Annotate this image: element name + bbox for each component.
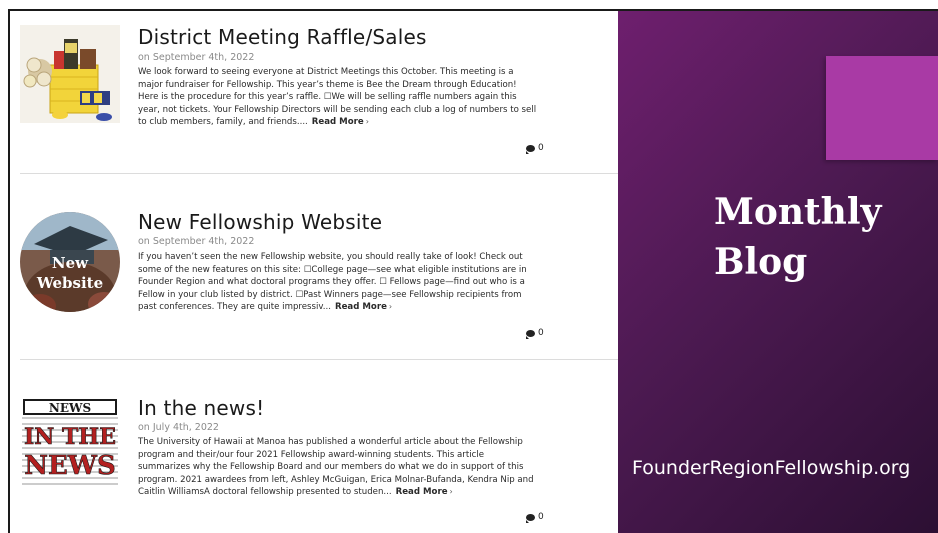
blog-post: District Meeting Raffle/Sales on Septemb… <box>10 11 618 174</box>
accent-block <box>826 56 938 160</box>
gift-basket-image <box>20 25 120 123</box>
post-title[interactable]: New Fellowship Website <box>138 210 382 234</box>
comment-count[interactable]: 0 <box>526 143 544 154</box>
thumb-label-new: New <box>52 254 89 272</box>
comment-count-value: 0 <box>538 328 544 338</box>
panel-heading: Monthly Blog <box>714 191 882 283</box>
comment-bubble-icon <box>526 513 535 523</box>
thumb-label-news: NEWS <box>24 451 116 481</box>
post-date: on July 4th, 2022 <box>138 422 219 433</box>
read-more-link[interactable]: Read More <box>396 487 448 497</box>
post-thumbnail-in-the-news[interactable]: NEWS IN THE NEWS <box>20 398 120 488</box>
chevron-right-icon: › <box>388 302 393 312</box>
post-excerpt: The University of Hawaii at Manoa has pu… <box>138 436 538 499</box>
post-thumbnail-new-website[interactable]: New Website <box>20 210 120 314</box>
comment-count[interactable]: 0 <box>526 512 544 523</box>
comment-count-value: 0 <box>538 512 544 522</box>
chevron-right-icon: › <box>449 487 453 497</box>
post-title[interactable]: District Meeting Raffle/Sales <box>138 25 427 49</box>
in-the-news-image: NEWS IN THE NEWS <box>20 398 120 488</box>
post-excerpt: If you haven’t seen the new Fellowship w… <box>138 251 538 314</box>
read-more-link[interactable]: Read More <box>312 117 364 127</box>
post-date: on September 4th, 2022 <box>138 52 255 63</box>
post-date: on September 4th, 2022 <box>138 236 255 247</box>
blog-post: NEWS IN THE NEWS In the news! on July 4t… <box>10 360 618 533</box>
comment-bubble-icon <box>526 329 535 339</box>
new-website-image: New Website <box>20 212 120 312</box>
blog-feed: District Meeting Raffle/Sales on Septemb… <box>10 11 618 533</box>
post-excerpt-text: If you haven’t seen the new Fellowship w… <box>138 252 527 313</box>
title-panel: Monthly Blog FounderRegionFellowship.org <box>618 11 938 533</box>
post-thumbnail-gift-basket[interactable] <box>20 25 120 123</box>
thumb-label-news-top: NEWS <box>49 401 91 415</box>
website-url: FounderRegionFellowship.org <box>632 457 911 479</box>
comment-count-value: 0 <box>538 143 544 153</box>
comment-count[interactable]: 0 <box>526 328 544 339</box>
post-excerpt: We look forward to seeing everyone at Di… <box>138 66 538 129</box>
blog-post: New Website New Fellowship Website on Se… <box>10 174 618 359</box>
comment-bubble-icon <box>526 144 535 154</box>
post-title[interactable]: In the news! <box>138 396 264 420</box>
chevron-right-icon: › <box>365 117 369 127</box>
post-excerpt-text: The University of Hawaii at Manoa has pu… <box>138 437 534 498</box>
read-more-link[interactable]: Read More <box>335 302 387 312</box>
thumb-label-in-the: IN THE <box>24 424 116 450</box>
thumb-label-website: Website <box>36 274 103 292</box>
